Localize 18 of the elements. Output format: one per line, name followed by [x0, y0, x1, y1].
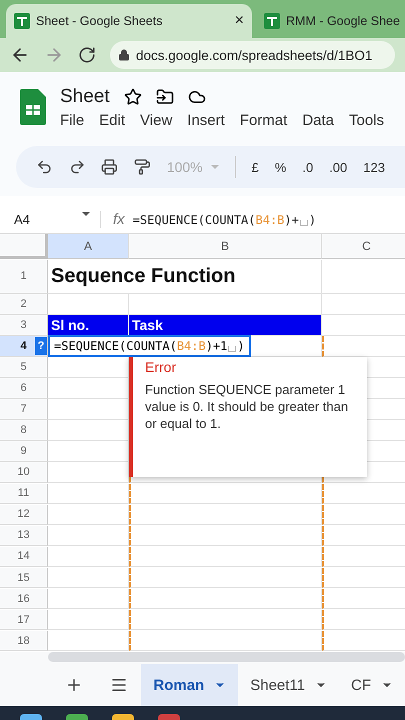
- formula-text: ): [308, 212, 316, 226]
- error-message: Function SEQUENCE parameter 1 value is 0. It should be greater than or equal to 1.: [145, 381, 350, 432]
- range-reference: B4:B: [256, 212, 284, 226]
- url-text: docs.google.com/spreadsheets/d/1BO1: [136, 48, 372, 62]
- table-cell: Sl no.: [51, 316, 90, 333]
- sheet-heading: Sequence Function: [51, 264, 236, 288]
- formula-text: ): [237, 338, 245, 353]
- formula-text: )+1: [206, 338, 228, 353]
- cell-reference: A4: [14, 212, 30, 227]
- error-title: Error: [145, 359, 178, 375]
- range-reference: B4:B: [176, 338, 206, 353]
- tab-title: Sheet - Google Sheets: [36, 14, 164, 28]
- fx-label: fx: [100, 211, 133, 228]
- formula-text: =SEQUENCE(COUNTA(: [132, 212, 256, 226]
- tab-title: RMM - Google Shee: [286, 14, 400, 28]
- table-cell: Task: [132, 316, 163, 333]
- formula-text: )+: [284, 212, 299, 226]
- formula-text: =SEQUENCE(COUNTA(: [54, 338, 177, 353]
